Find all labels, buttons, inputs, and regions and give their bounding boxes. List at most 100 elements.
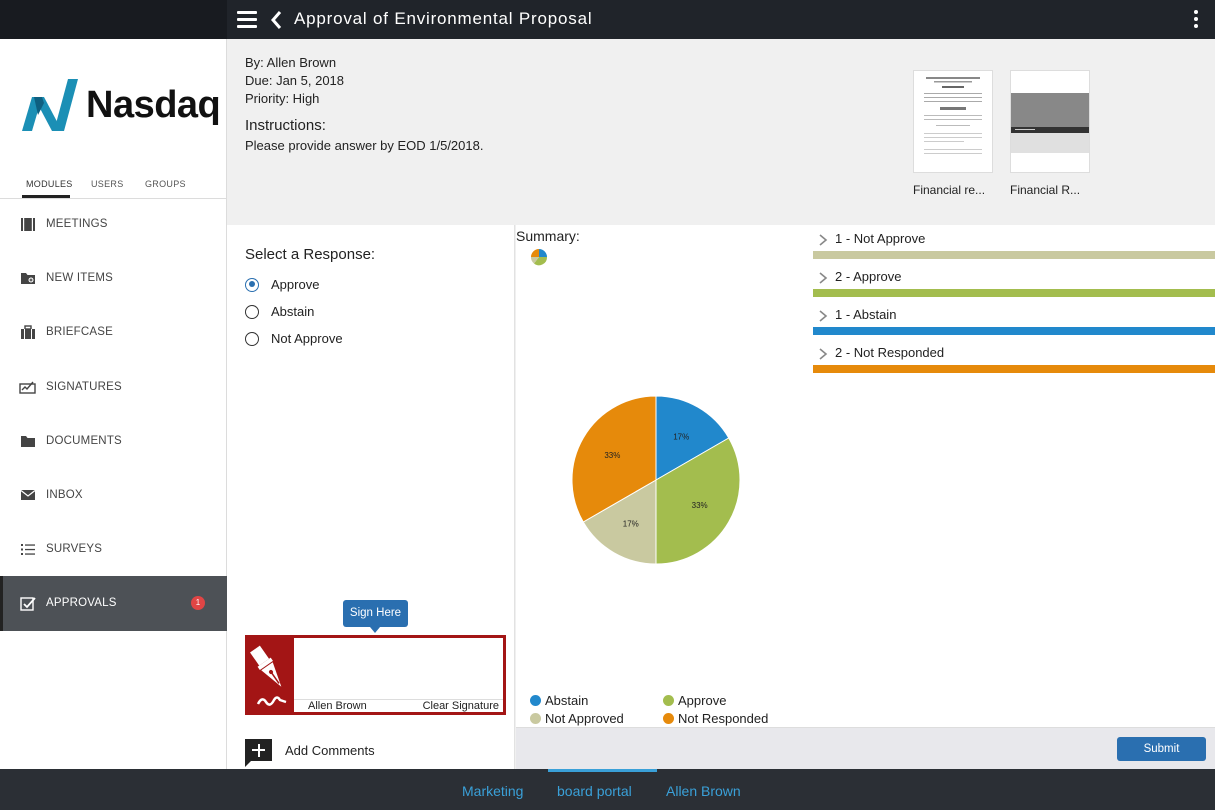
sidebar-tabs: MODULES USERS GROUPS bbox=[0, 175, 227, 199]
signature-icon bbox=[19, 379, 36, 394]
chevron-right-icon bbox=[819, 348, 828, 360]
sidebar-item-surveys[interactable]: SURVEYS bbox=[0, 522, 227, 576]
presentation-preview-icon bbox=[1011, 71, 1089, 153]
summary-pie-chart: 17% 33% 17% 33% bbox=[571, 395, 741, 565]
sidebar-item-label: APPROVALS bbox=[46, 597, 117, 610]
instructions-title: Instructions: bbox=[245, 117, 326, 134]
sidebar-item-label: SIGNATURES bbox=[46, 380, 122, 393]
active-footer-indicator bbox=[548, 769, 657, 772]
priority-text: Priority: High bbox=[245, 91, 320, 106]
legend-item-not-approved: Not Approved bbox=[530, 711, 624, 726]
legend-swatch bbox=[663, 695, 674, 706]
result-bar bbox=[813, 251, 1215, 259]
legend-label: Abstain bbox=[545, 693, 589, 708]
response-panel: Select a Response: Approve Abstain Not A… bbox=[227, 225, 515, 769]
checkbox-icon bbox=[19, 596, 36, 611]
radio-button[interactable] bbox=[245, 304, 259, 319]
footer-item-marketing[interactable]: Marketing bbox=[462, 783, 523, 799]
legend-item-abstain: Abstain bbox=[530, 693, 588, 708]
footer-bar: Marketing board portal Allen Brown bbox=[0, 769, 1215, 810]
chevron-right-icon bbox=[819, 272, 828, 284]
footer-item-user[interactable]: Allen Brown bbox=[666, 783, 741, 799]
document-preview-icon bbox=[924, 77, 982, 154]
pie-slice-label: 17% bbox=[673, 432, 689, 441]
legend-item-approve: Approve bbox=[663, 693, 726, 708]
logo-text: Nasdaq bbox=[86, 84, 221, 126]
submit-bar: Submit bbox=[516, 727, 1215, 769]
summary-panel: Summary: 17% 33% 17% 33% Abstain Approve No… bbox=[516, 225, 1215, 727]
result-label: 2 - Not Responded bbox=[835, 345, 945, 360]
sidebar-item-label: BRIEFCASE bbox=[46, 326, 113, 339]
result-label: 1 - Abstain bbox=[835, 307, 897, 322]
result-row-approve[interactable]: 2 - Approve bbox=[813, 263, 1215, 301]
legend-swatch bbox=[663, 713, 674, 724]
fountain-pen-icon bbox=[248, 638, 294, 712]
chevron-right-icon bbox=[819, 234, 828, 246]
sidebar-item-signatures[interactable]: SIGNATURES bbox=[0, 360, 227, 414]
radio-button[interactable] bbox=[245, 331, 259, 346]
signer-name: Allen Brown bbox=[308, 700, 367, 712]
legend-label: Approve bbox=[678, 693, 727, 708]
result-row-abstain[interactable]: 1 - Abstain bbox=[813, 301, 1215, 339]
result-row-not-approve[interactable]: 1 - Not Approve bbox=[813, 225, 1215, 263]
kebab-icon[interactable] bbox=[1192, 10, 1200, 32]
radio-button[interactable] bbox=[245, 277, 259, 292]
tab-groups[interactable]: GROUPS bbox=[145, 179, 186, 189]
tab-users[interactable]: USERS bbox=[91, 179, 124, 189]
response-title: Select a Response: bbox=[245, 246, 376, 263]
list-icon bbox=[19, 542, 36, 557]
sidebar-item-inbox[interactable]: INBOX bbox=[0, 468, 227, 522]
sidebar-item-label: DOCUMENTS bbox=[46, 434, 122, 447]
sidebar-item-meetings[interactable]: MEETINGS bbox=[0, 197, 227, 251]
pie-slice-label: 33% bbox=[692, 501, 708, 510]
nasdaq-logo-mark bbox=[22, 79, 78, 131]
sidebar-item-new-items[interactable]: NEW ITEMS bbox=[0, 251, 227, 305]
signature-box[interactable]: Allen Brown Clear Signature bbox=[245, 635, 506, 715]
attachment-label-2[interactable]: Financial R... bbox=[1010, 183, 1080, 197]
attachment-label-1[interactable]: Financial re... bbox=[913, 183, 985, 197]
attachment-thumbnail-2[interactable] bbox=[1010, 70, 1090, 173]
footer-item-board-portal[interactable]: board portal bbox=[557, 783, 632, 799]
sidebar-item-label: NEW ITEMS bbox=[46, 272, 113, 285]
sidebar-item-briefcase[interactable]: BRIEFCASE bbox=[0, 305, 227, 359]
pie-chart-icon[interactable] bbox=[530, 248, 548, 266]
summary-title: Summary: bbox=[516, 228, 580, 244]
sidebar-item-documents[interactable]: DOCUMENTS bbox=[0, 414, 227, 468]
new-items-icon bbox=[19, 271, 36, 286]
response-option-abstain[interactable]: Abstain bbox=[245, 304, 314, 319]
pie-slice-label: 33% bbox=[604, 451, 620, 460]
hamburger-icon[interactable] bbox=[237, 11, 257, 29]
result-bar bbox=[813, 327, 1215, 335]
add-comments-label: Add Comments bbox=[285, 742, 375, 758]
nasdaq-logo: Nasdaq bbox=[18, 75, 221, 135]
submit-button[interactable]: Submit bbox=[1117, 737, 1206, 761]
result-bar bbox=[813, 365, 1215, 373]
tab-modules[interactable]: MODULES bbox=[26, 179, 73, 189]
response-option-approve[interactable]: Approve bbox=[245, 277, 319, 292]
add-comment-icon bbox=[245, 739, 272, 767]
clear-signature-button[interactable]: Clear Signature bbox=[423, 700, 499, 712]
sidebar-item-label: INBOX bbox=[46, 489, 83, 502]
result-row-not-responded[interactable]: 2 - Not Responded bbox=[813, 339, 1215, 377]
page-title: Approval of Environmental Proposal bbox=[294, 9, 593, 28]
top-bar-logo-area bbox=[0, 0, 227, 39]
legend-label: Not Responded bbox=[678, 711, 769, 726]
add-comments-button[interactable]: Add Comments bbox=[245, 739, 375, 767]
approvals-count-badge: 1 bbox=[191, 596, 205, 611]
attachment-thumbnail-1[interactable] bbox=[913, 70, 993, 173]
radio-label: Not Approve bbox=[271, 331, 343, 346]
response-option-not-approve[interactable]: Not Approve bbox=[245, 331, 343, 346]
sidebar-nav: MEETINGS NEW ITEMS BRIEFCASE SIGNATURES … bbox=[0, 197, 227, 631]
legend-swatch bbox=[530, 695, 541, 706]
results-list: 1 - Not Approve 2 - Approve 1 - Abstain … bbox=[813, 225, 1215, 377]
signature-drawing-area[interactable] bbox=[294, 638, 503, 700]
chevron-right-icon bbox=[819, 310, 828, 322]
author-text: By: Allen Brown bbox=[245, 55, 337, 70]
sidebar-item-label: MEETINGS bbox=[46, 218, 108, 231]
instructions-text: Please provide answer by EOD 1/5/2018. bbox=[245, 138, 484, 153]
result-label: 2 - Approve bbox=[835, 269, 902, 284]
chevron-left-icon[interactable] bbox=[268, 9, 286, 31]
result-bar bbox=[813, 289, 1215, 297]
sidebar-item-approvals[interactable]: APPROVALS 1 bbox=[0, 576, 227, 631]
legend-swatch bbox=[530, 713, 541, 724]
